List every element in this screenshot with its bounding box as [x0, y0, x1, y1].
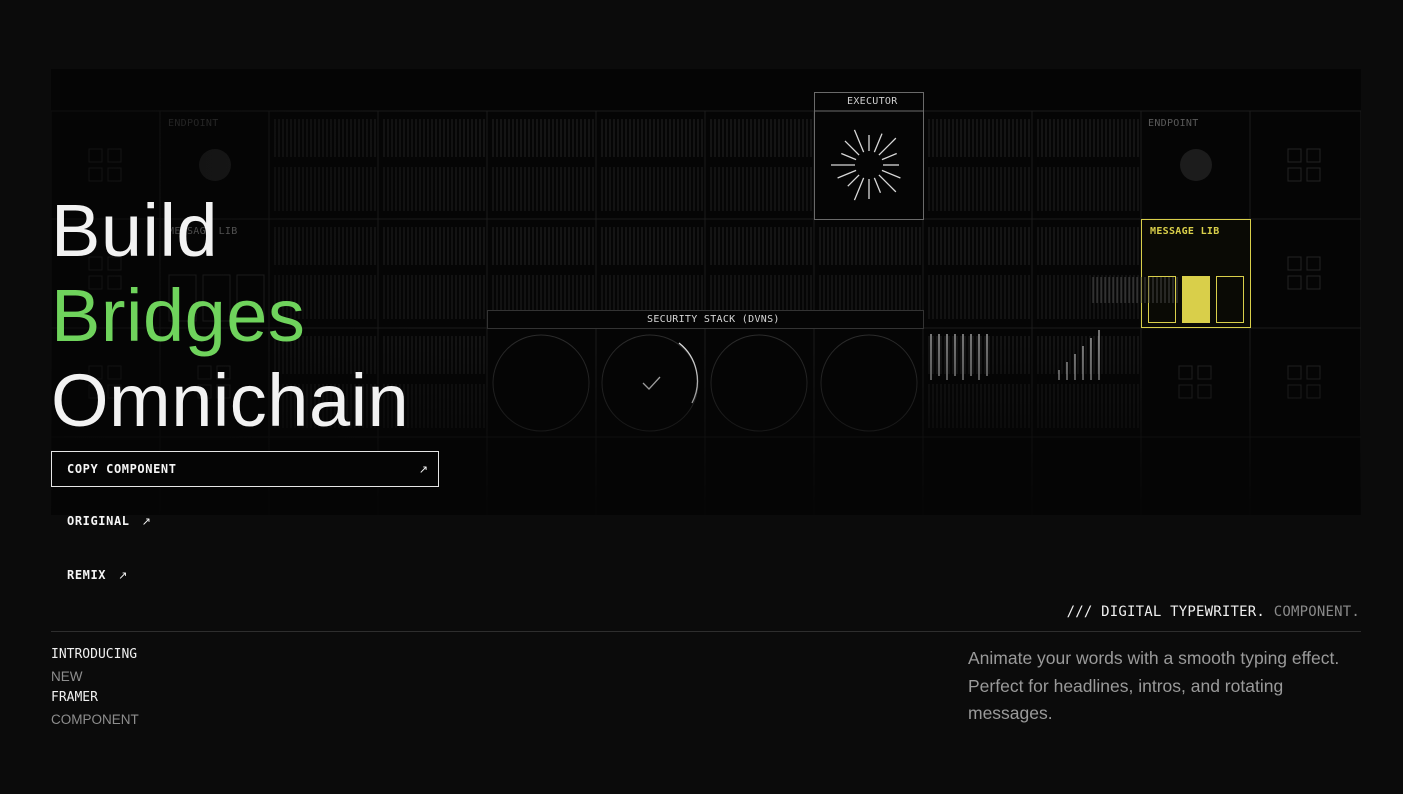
node-square [1178, 365, 1193, 380]
security-stack-label: SECURITY STACK (DVNs) [647, 314, 780, 325]
executor-box [814, 92, 924, 220]
node-square [88, 148, 103, 163]
endpoint-right-node [1180, 149, 1212, 181]
headline: Build Bridges Omnichain [51, 188, 409, 443]
dvn-circle [492, 334, 590, 432]
intro-line-1: INTRODUCING [51, 647, 138, 662]
node-square [1287, 384, 1302, 399]
dvn-circle [710, 334, 808, 432]
page: EXECUTOR ENDPOINT ENDPOINT MESSAGE LIB M… [0, 0, 1403, 794]
intro-line-2: NEW [51, 668, 83, 684]
copy-component-button[interactable]: COPY COMPONENT ↗ [51, 451, 439, 487]
node-square [107, 167, 122, 182]
node-square [1306, 275, 1321, 290]
dvn-circle [820, 334, 918, 432]
arrow-up-right-icon: ↗ [118, 568, 128, 582]
endpoint-left-node [199, 149, 231, 181]
node-square [1306, 148, 1321, 163]
endpoint-left-label: ENDPOINT [168, 118, 219, 129]
intro-line-3: FRAMER [51, 690, 98, 705]
node-square [1306, 384, 1321, 399]
node-square [1306, 365, 1321, 380]
remix-link[interactable]: REMIX ↗ [67, 568, 127, 582]
node-square [1178, 384, 1193, 399]
headline-line-2: Bridges [51, 274, 306, 357]
node-square [1287, 365, 1302, 380]
copy-component-label: COPY COMPONENT [67, 462, 177, 476]
arrow-up-right-icon: ↗ [141, 514, 151, 528]
tagline-part-1: /// DIGITAL TYPEWRITER. [1066, 604, 1266, 620]
node-square [88, 167, 103, 182]
executor-label: EXECUTOR [847, 96, 898, 107]
node-square [1287, 275, 1302, 290]
node-square [107, 148, 122, 163]
node-square [1306, 256, 1321, 271]
check-icon [642, 376, 661, 390]
description: Animate your words with a smooth typing … [968, 648, 1340, 723]
tagline: /// DIGITAL TYPEWRITER. COMPONENT. [1067, 604, 1360, 620]
node-square [1287, 167, 1302, 182]
dvn-progress-arc [678, 342, 699, 404]
endpoint-right-label: ENDPOINT [1148, 118, 1199, 129]
original-label: ORIGINAL [67, 514, 130, 528]
node-square [1287, 148, 1302, 163]
headline-line-3: Omnichain [51, 359, 410, 442]
dvn-circle [601, 334, 699, 432]
original-link[interactable]: ORIGINAL ↗ [67, 514, 151, 528]
remix-label: REMIX [67, 568, 107, 582]
headline-line-1: Build [51, 189, 219, 272]
message-lib-right-label: MESSAGE LIB [1150, 226, 1220, 237]
node-square [1197, 384, 1212, 399]
arrow-up-right-icon: ↗ [418, 462, 428, 476]
lib-bar-active [1182, 276, 1210, 323]
intro-line-4: COMPONENT [51, 711, 139, 727]
intro-block: INTRODUCING NEW FRAMER COMPONENT [51, 644, 139, 730]
tagline-part-2: COMPONENT. [1273, 604, 1360, 620]
node-square [1287, 256, 1302, 271]
node-square [1306, 167, 1321, 182]
section-divider [51, 631, 1361, 632]
node-square [1197, 365, 1212, 380]
